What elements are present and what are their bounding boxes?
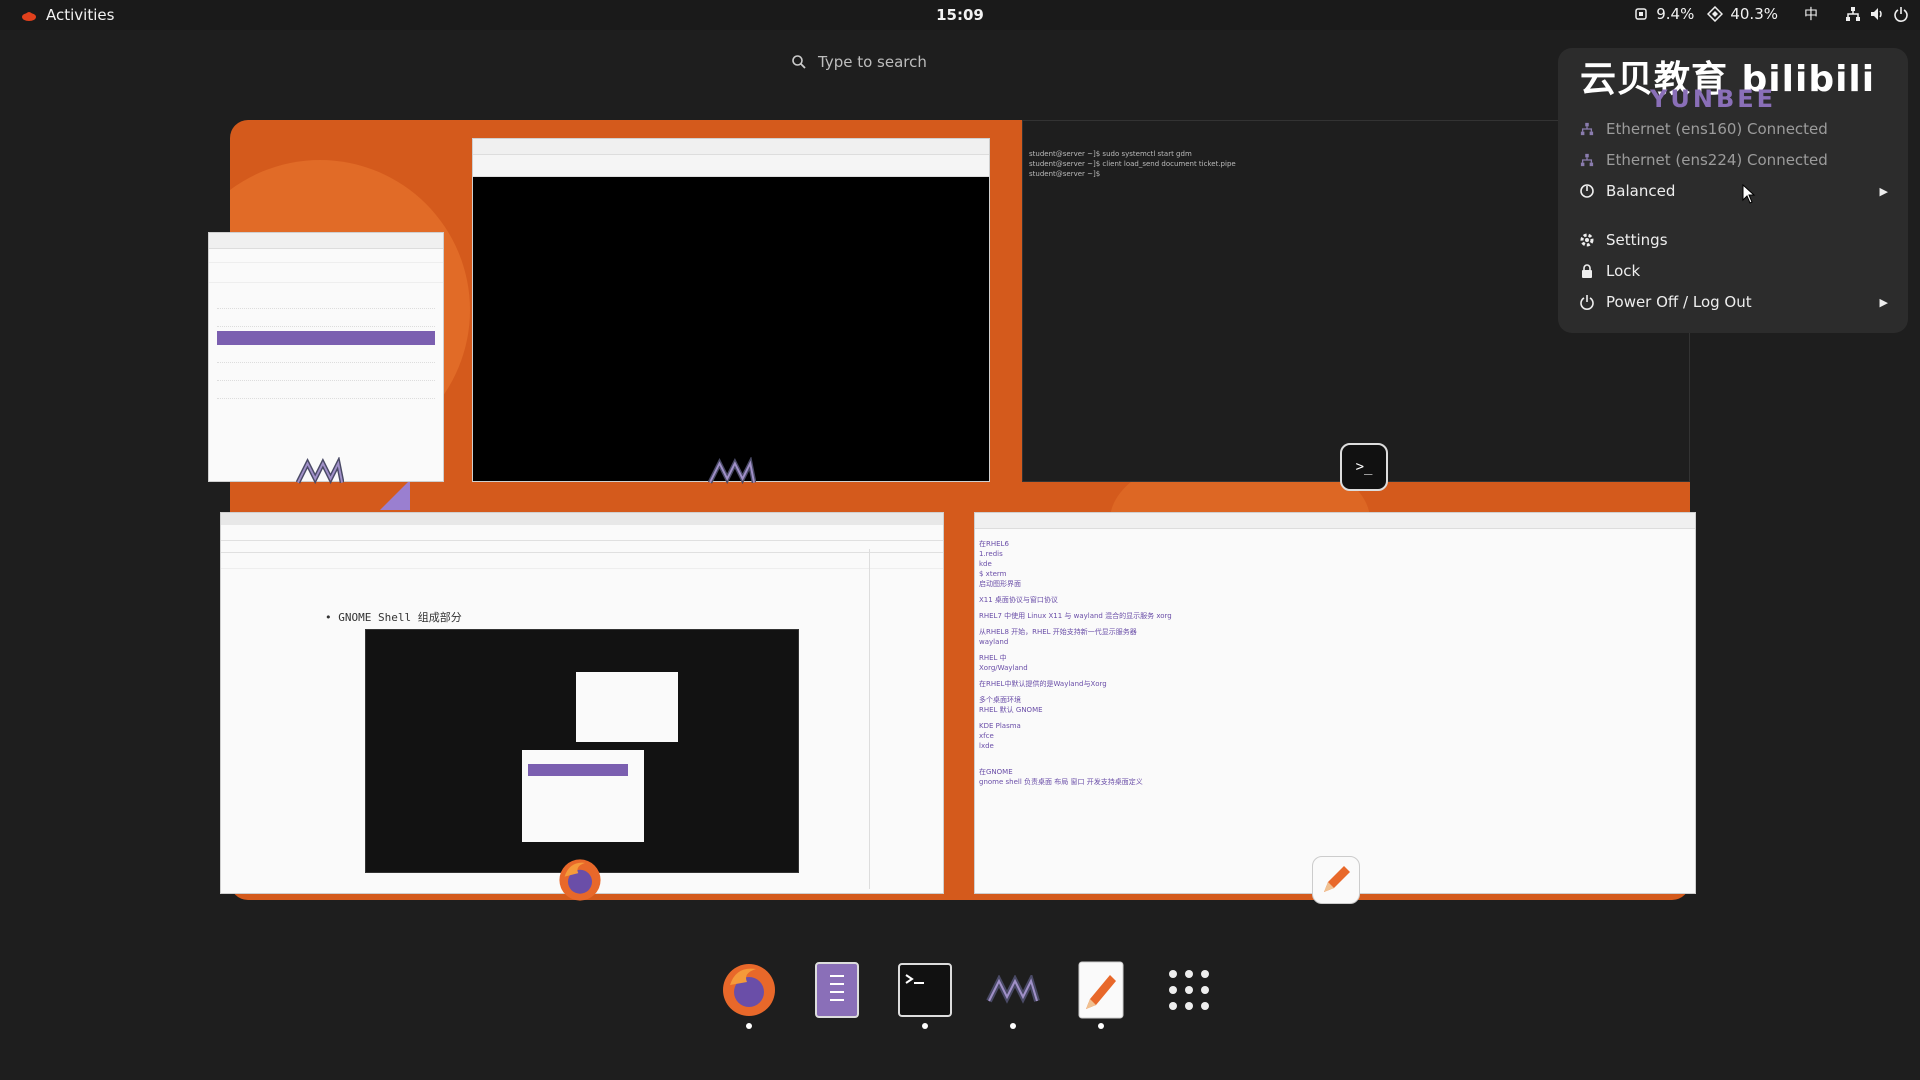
app-grid-icon [1169, 970, 1209, 1010]
input-method-indicator[interactable]: 中 [1804, 4, 1818, 24]
text-editor-icon [1078, 961, 1124, 1019]
running-indicator [1010, 1023, 1016, 1029]
dash-terminal[interactable] [896, 961, 954, 1029]
submenu-arrow-icon: ▶ [1879, 295, 1888, 309]
running-indicator [922, 1023, 928, 1029]
activities-label: Activities [46, 6, 115, 24]
network-wired-icon [1578, 151, 1596, 169]
watermark: 云贝教育 bilibili YUNBEE [1580, 30, 1900, 120]
running-indicator [746, 1023, 752, 1029]
redhat-logo-icon [20, 6, 38, 24]
files-icon [815, 962, 859, 1018]
window-virt-manager[interactable] [208, 232, 444, 482]
dash-show-apps[interactable] [1160, 961, 1218, 1019]
lock-icon [1578, 262, 1596, 280]
window-firefox[interactable]: • GNOME Shell 组成部分 [220, 512, 944, 894]
firefox-icon [723, 964, 775, 1016]
dash-files[interactable] [808, 961, 866, 1019]
vm-viewer-icon [708, 448, 756, 496]
search-entry[interactable]: Type to search [790, 48, 1130, 76]
window-text-editor[interactable]: 在RHEL6 1.redis kde $ xterm 启动图形界面 X11 桌面… [974, 512, 1696, 894]
terminal-icon: >_ [1340, 443, 1388, 491]
system-tray[interactable]: 9.4% 40.3% 中 [1632, 4, 1910, 24]
memory-usage: 40.3% [1730, 5, 1778, 23]
submenu-arrow-icon: ▶ [1879, 184, 1888, 198]
menu-settings[interactable]: Settings [1578, 227, 1888, 253]
top-bar: Activities 15:09 9.4% 40.3% 中 [0, 0, 1920, 30]
firefox-icon [556, 856, 604, 904]
memory-icon [1706, 5, 1724, 23]
gear-icon [1578, 231, 1596, 249]
activities-button[interactable]: Activities [14, 4, 120, 26]
menu-ethernet-ens224[interactable]: Ethernet (ens224) Connected [1578, 147, 1888, 173]
clock[interactable]: 15:09 [936, 6, 984, 24]
network-wired-icon [1844, 5, 1862, 23]
editor-content[interactable]: 在RHEL6 1.redis kde $ xterm 启动图形界面 X11 桌面… [975, 529, 1695, 797]
network-wired-icon [1578, 120, 1596, 138]
menu-lock[interactable]: Lock [1578, 258, 1888, 284]
power-icon [1578, 293, 1596, 311]
search-icon [790, 53, 808, 71]
terminal-icon [898, 963, 952, 1017]
volume-icon [1868, 5, 1886, 23]
watermark-sub: YUNBEE [1650, 85, 1777, 113]
menu-power-profile[interactable]: Balanced ▶ [1578, 178, 1888, 204]
menu-power-off[interactable]: Power Off / Log Out ▶ [1578, 289, 1888, 315]
virt-manager-icon [986, 975, 1040, 1004]
slide-title: GNOME Shell 组成部分 [338, 611, 462, 624]
virt-manager-icon [296, 448, 344, 496]
mouse-cursor-icon [1742, 183, 1756, 208]
cpu-icon [1632, 5, 1650, 23]
search-placeholder: Type to search [818, 53, 927, 71]
dash-virt-manager[interactable] [984, 961, 1042, 1029]
dash-text-editor[interactable] [1072, 961, 1130, 1029]
running-indicator [1098, 1023, 1104, 1029]
power-profile-icon [1578, 182, 1596, 200]
slide-screenshot [365, 629, 799, 873]
window-vm-console[interactable] [472, 138, 990, 482]
dash [720, 945, 1218, 1035]
text-editor-icon [1312, 856, 1360, 904]
dash-firefox[interactable] [720, 961, 778, 1029]
power-icon [1892, 5, 1910, 23]
cpu-usage: 9.4% [1656, 5, 1695, 23]
